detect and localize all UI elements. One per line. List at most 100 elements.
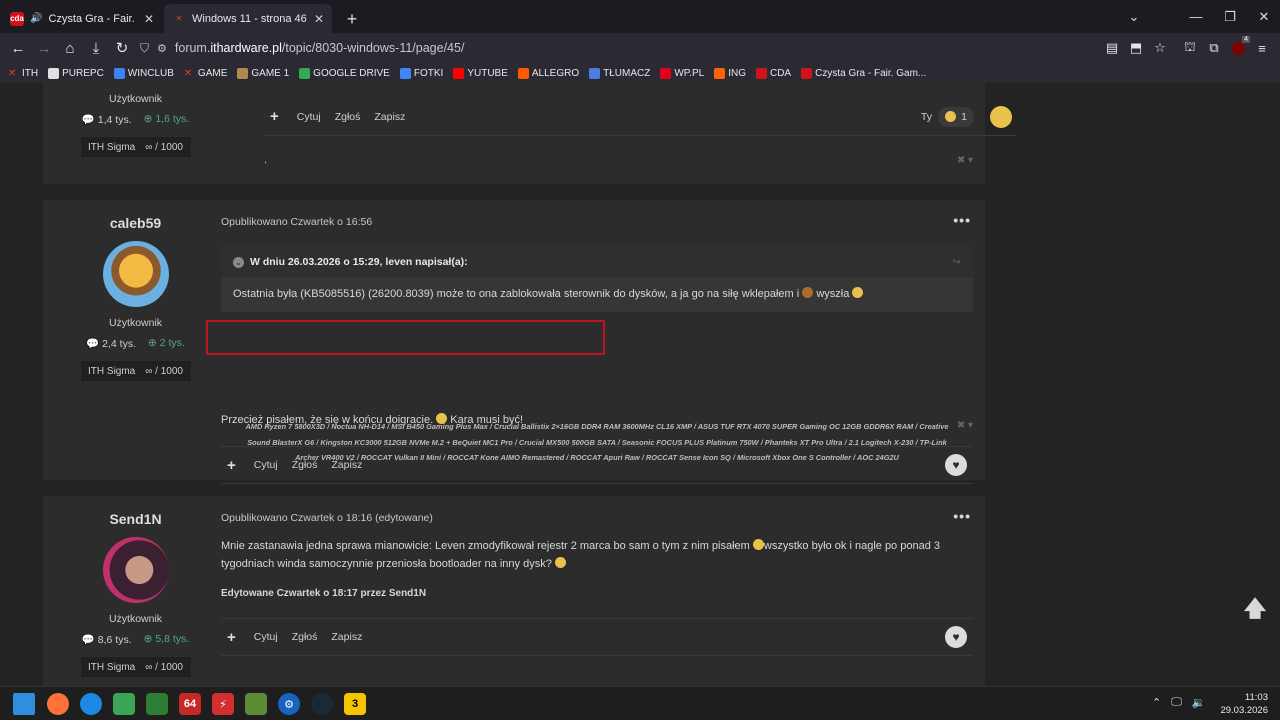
shopping-icon[interactable]: ⛫	[1178, 35, 1202, 61]
firefox-icon[interactable]	[47, 693, 69, 715]
author-panel: Użytkownik 💬 1,4 tys. ⊕ 1,6 tys. ITH Sig…	[43, 93, 228, 157]
comments-icon: 💬	[81, 634, 95, 646]
cda-icon	[801, 67, 813, 79]
back-icon[interactable]: ←	[5, 35, 31, 61]
gear-icon[interactable]: ⚙	[278, 693, 300, 715]
author-name[interactable]: caleb59	[43, 215, 228, 231]
close-icon[interactable]: ✕	[144, 12, 154, 26]
network-icon[interactable]: 🖵	[1171, 696, 1182, 709]
author-name[interactable]: Send1N	[43, 511, 228, 527]
save-button[interactable]: Zapisz	[331, 631, 362, 643]
chevron-up-icon[interactable]: ⌃	[1152, 696, 1161, 709]
clock[interactable]: 11:03 29.03.2026	[1220, 691, 1268, 717]
bookmark-star-icon[interactable]: ☆	[1148, 35, 1172, 61]
menu-icon[interactable]: ≡	[1250, 35, 1274, 61]
reader-view-icon[interactable]: ▤	[1100, 35, 1124, 61]
lightning-icon[interactable]: ⚡	[212, 693, 234, 715]
restore-button[interactable]: ❐	[1212, 0, 1248, 33]
bookmark-allegro[interactable]: ALLEGRO	[517, 67, 579, 79]
bookmark-google-drive[interactable]: GOOGLE DRIVE	[299, 67, 390, 79]
save-page-icon[interactable]: ⬒	[1124, 35, 1148, 61]
close-icon[interactable]: ✕	[314, 12, 324, 26]
signature-line: Archer VR400 V2 / ROCCAT Vulkan II Mini …	[295, 453, 899, 462]
emoji-icon	[945, 111, 957, 122]
signature-line: Sound BlasterX G6 / Kingston KC3000 512G…	[247, 437, 947, 447]
bookmark-ith[interactable]: ✕ ITH	[8, 68, 38, 79]
quote-button[interactable]: Cytuj	[297, 111, 321, 123]
steam-icon[interactable]	[311, 693, 333, 715]
bookmark-winclub[interactable]: WINCLUB	[113, 67, 174, 79]
quote-button[interactable]: Cytuj	[254, 631, 278, 643]
volume-icon[interactable]: 🔉	[1192, 696, 1206, 709]
posts-count: 💬 8,6 tys.	[82, 633, 132, 646]
bookmark-game[interactable]: ✕ GAME	[184, 68, 227, 79]
download-icon[interactable]: ⤓	[83, 35, 109, 61]
report-button[interactable]: Zgłoś	[292, 631, 318, 643]
quote-block: ⌄ W dniu 26.03.2026 o 15:29, leven napis…	[221, 246, 973, 312]
reload-icon[interactable]: ↻	[109, 35, 135, 61]
bookmark-game1[interactable]: GAME 1	[237, 67, 289, 79]
edited-note: Edytowane Czwartek o 18:17 przez Send1N	[221, 588, 427, 599]
add-icon[interactable]: +	[270, 108, 279, 125]
ublock-icon[interactable]: 4	[1226, 35, 1250, 61]
hide-signature-icon[interactable]: ✖ ▾	[957, 155, 973, 166]
windows-start-icon[interactable]	[13, 693, 35, 715]
reaction-summary[interactable]: 1	[938, 106, 974, 127]
bookmark-fotki[interactable]: FOTKI	[399, 67, 443, 79]
game-launcher-icon[interactable]: 3	[344, 693, 366, 715]
aida64-icon[interactable]: 64	[179, 693, 201, 715]
extensions-icon[interactable]: ⧉	[1202, 35, 1226, 61]
plus-circle-icon: ⊕	[143, 113, 153, 125]
home-icon[interactable]: ⌂	[57, 35, 83, 61]
posts-count: 💬 1,4 tys.	[82, 113, 132, 126]
url-host: ithardware.pl	[210, 41, 282, 55]
extension-badge: 4	[1242, 36, 1250, 43]
more-options-icon[interactable]: •••	[953, 212, 971, 228]
url-bar[interactable]: ⛉ ⚙ forum. ithardware.pl/topic/8030-windo…	[140, 36, 1100, 60]
bookmark-label: ITH	[22, 67, 39, 79]
list-tabs-icon[interactable]: ⌄	[1116, 0, 1152, 33]
scroll-to-top-icon[interactable]: 🡅	[1243, 596, 1267, 623]
translate-icon	[589, 67, 601, 79]
google-drive-icon	[299, 67, 311, 79]
hide-signature-icon[interactable]: ✖ ▾	[957, 420, 973, 431]
tab-windows-11[interactable]: ✕ Windows 11 - strona 46 - Wind ✕	[164, 4, 332, 33]
avatar[interactable]	[102, 537, 169, 603]
app-icon[interactable]	[113, 693, 135, 715]
shield-icon[interactable]: ⛉	[140, 41, 149, 56]
save-button[interactable]: Zapisz	[374, 111, 405, 123]
posts-count-value: 8,6 tys.	[97, 634, 132, 646]
reaction-count: 1	[961, 110, 967, 123]
avatar[interactable]	[102, 241, 169, 307]
speaker-icon[interactable]: 🔊	[30, 13, 42, 24]
emoji-reaction-icon[interactable]	[990, 105, 1012, 128]
post-text-c: tygodniach winda samoczynnie przeniosła …	[221, 558, 552, 570]
bookmark-wp[interactable]: WP.PL	[660, 67, 704, 79]
more-options-icon[interactable]: •••	[953, 508, 971, 524]
gpu-icon[interactable]	[245, 693, 267, 715]
quote-text: Ostatnia była (KB5085516) (26200.8039) m…	[221, 278, 973, 312]
forward-icon[interactable]: →	[31, 35, 57, 61]
bookmark-cda[interactable]: CDA	[755, 67, 791, 79]
report-button[interactable]: Zgłoś	[335, 111, 361, 123]
tab-czysta-gra[interactable]: cda 🔊 Czysta Gra - Fair. Game (Ak ✕	[2, 4, 162, 33]
url-path: /topic/8030-windows-11/page/45/	[281, 41, 465, 55]
post-actions: + Cytuj Zgłoś Zapisz ♥	[221, 618, 973, 656]
excel-icon[interactable]	[146, 693, 168, 715]
heart-icon[interactable]: ♥	[945, 626, 967, 648]
add-icon[interactable]: +	[227, 629, 236, 646]
close-window-button[interactable]: ✕	[1246, 0, 1280, 33]
share-icon[interactable]: ↪	[952, 256, 961, 268]
ith-icon: ✕	[183, 67, 193, 79]
site-info-icon[interactable]: ⚙	[157, 42, 167, 55]
bookmark-purepc[interactable]: PUREPC	[48, 67, 104, 79]
edge-icon[interactable]	[80, 693, 102, 715]
bookmark-czysta-gra[interactable]: Czysta Gra - Fair. Gam...	[801, 67, 926, 79]
minimize-button[interactable]: —	[1178, 0, 1214, 33]
bookmark-ing[interactable]: ING	[714, 67, 746, 79]
new-tab-button[interactable]: +	[338, 5, 366, 33]
bookmark-yutube[interactable]: YUTUBE	[453, 67, 508, 79]
bookmark-tlumacz[interactable]: TŁUMACZ	[589, 67, 650, 79]
chevron-down-icon[interactable]: ⌄	[233, 256, 244, 268]
reputation-value: 2 tys.	[159, 337, 185, 349]
